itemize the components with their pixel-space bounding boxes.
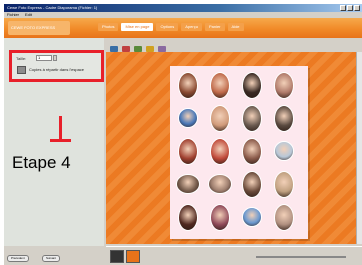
photo-thumbnail[interactable] (210, 72, 230, 99)
bottom-button-bar: Précédent Suivant (4, 250, 104, 265)
photo-thumbnail[interactable] (274, 204, 294, 231)
size-input[interactable]: 1 (36, 55, 52, 61)
left-panel: Taille: 1 Copies à répartir dans l'espac… (4, 38, 104, 246)
photo-thumbnail[interactable] (242, 72, 262, 99)
photo-thumbnail[interactable] (210, 105, 230, 132)
brand-logo: CEWE FOTO EXPRESS (8, 21, 70, 35)
photo-thumbnail[interactable] (176, 174, 200, 194)
photo-thumbnail[interactable] (242, 138, 262, 165)
photo-thumbnail[interactable] (210, 138, 230, 165)
previous-button[interactable]: Précédent (7, 255, 29, 262)
step-label: Etape 4 (12, 153, 71, 172)
title-bar: Cewe Foto Express - Cadre Diaporama (Fic… (4, 4, 362, 12)
highlight-box: Taille: 1 Copies à répartir dans l'espac… (9, 50, 104, 82)
window-title: Cewe Foto Express - Cadre Diaporama (Fic… (7, 5, 98, 10)
vertical-scrollbar[interactable] (356, 52, 362, 244)
minimize-button[interactable] (340, 5, 346, 11)
tab-layout[interactable]: Mise en page (121, 23, 154, 31)
tab-cart[interactable]: Panier (204, 23, 225, 31)
photo-thumbnail[interactable] (242, 105, 262, 132)
page-thumbnail-2[interactable] (126, 250, 140, 263)
photo-thumbnail[interactable] (178, 108, 198, 128)
page-thumbnail-1[interactable] (110, 250, 124, 263)
size-spinner[interactable] (53, 55, 57, 61)
app-window: Cewe Foto Express - Cadre Diaporama (Fic… (4, 4, 362, 265)
tab-help[interactable]: Aide (227, 23, 244, 31)
print-sheet[interactable] (170, 66, 308, 239)
tab-options[interactable]: Options (156, 23, 179, 31)
photo-thumbnail[interactable] (178, 72, 198, 99)
nav-tabs: Photos Mise en page Options Aperçu Panie… (98, 23, 244, 31)
nav-bar: CEWE FOTO EXPRESS Photos Mise en page Op… (4, 18, 362, 38)
close-button[interactable] (354, 5, 360, 11)
callout-tick (50, 139, 71, 142)
photo-thumbnail[interactable] (210, 204, 230, 231)
photo-thumbnail[interactable] (274, 141, 294, 161)
photo-thumbnail[interactable] (274, 72, 294, 99)
tab-preview[interactable]: Aperçu (181, 23, 202, 31)
zoom-slider[interactable] (256, 256, 346, 258)
photo-thumbnail[interactable] (242, 207, 262, 227)
photo-thumbnail[interactable] (242, 171, 262, 198)
option-label: Copies à répartir dans l'espace (29, 67, 85, 72)
photo-thumbnail[interactable] (178, 204, 198, 231)
photo-thumbnail[interactable] (274, 105, 294, 132)
photo-thumbnail[interactable] (208, 174, 232, 194)
photo-thumbnail[interactable] (178, 138, 198, 165)
size-label: Taille: (16, 56, 27, 61)
next-button[interactable]: Suivant (42, 255, 61, 262)
tab-photos[interactable]: Photos (98, 23, 119, 31)
photo-thumbnail[interactable] (274, 171, 294, 198)
option-icon[interactable] (17, 66, 26, 74)
maximize-button[interactable] (347, 5, 353, 11)
status-bar (106, 246, 362, 265)
